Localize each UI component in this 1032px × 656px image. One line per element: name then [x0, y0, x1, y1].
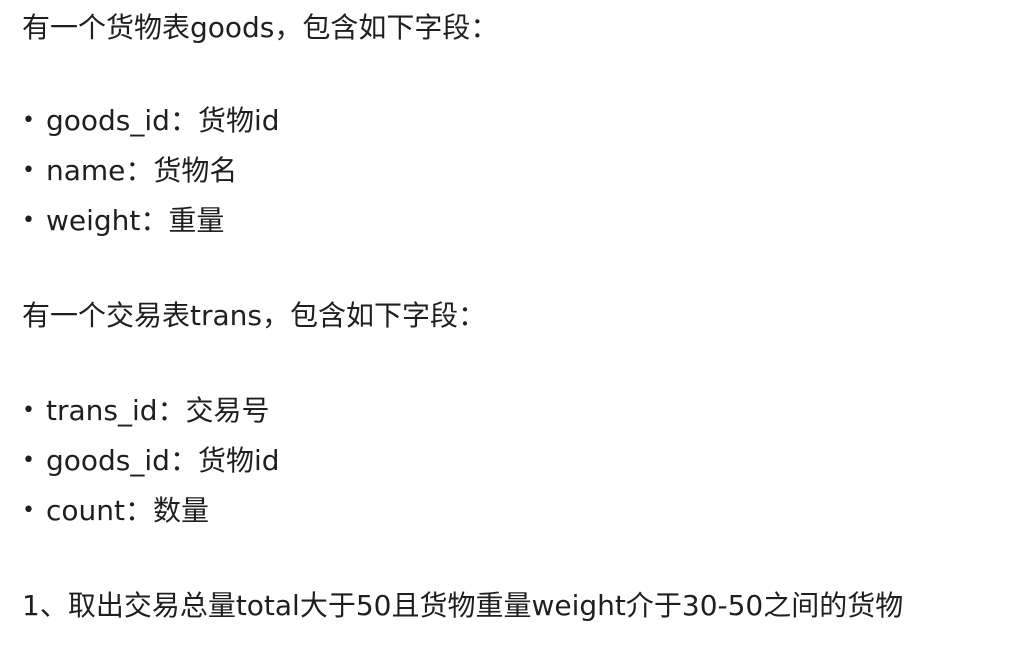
field-count: count：数量	[46, 494, 209, 527]
bullet-icon: •	[22, 498, 35, 523]
question-1: 1、取出交易总量total大于50且货物重量weight介于30-50之间的货物	[22, 589, 904, 622]
bullet-icon: •	[22, 108, 35, 133]
bullet-icon: •	[22, 208, 35, 233]
field-trans-id: trans_id：交易号	[46, 394, 270, 427]
field-goods-id: goods_id：货物id	[46, 104, 280, 137]
trans-table-intro: 有一个交易表trans，包含如下字段：	[22, 299, 486, 332]
bullet-icon: •	[22, 158, 35, 183]
bullet-icon: •	[22, 398, 35, 423]
list-item: • goods_id：货物id	[22, 436, 280, 486]
list-item: • weight：重量	[22, 196, 280, 246]
field-goods-id: goods_id：货物id	[46, 444, 280, 477]
goods-table-intro: 有一个货物表goods，包含如下字段：	[22, 11, 499, 44]
list-item: • count：数量	[22, 486, 280, 536]
bullet-icon: •	[22, 448, 35, 473]
list-item: • name：货物名	[22, 146, 280, 196]
document: 有一个货物表goods，包含如下字段： • goods_id：货物id • na…	[0, 0, 1032, 656]
list-item: • trans_id：交易号	[22, 386, 280, 436]
goods-field-list: • goods_id：货物id • name：货物名 • weight：重量	[22, 96, 280, 246]
list-item: • goods_id：货物id	[22, 96, 280, 146]
field-name: name：货物名	[46, 154, 238, 187]
trans-field-list: • trans_id：交易号 • goods_id：货物id • count：数…	[22, 386, 280, 536]
field-weight: weight：重量	[46, 204, 225, 237]
